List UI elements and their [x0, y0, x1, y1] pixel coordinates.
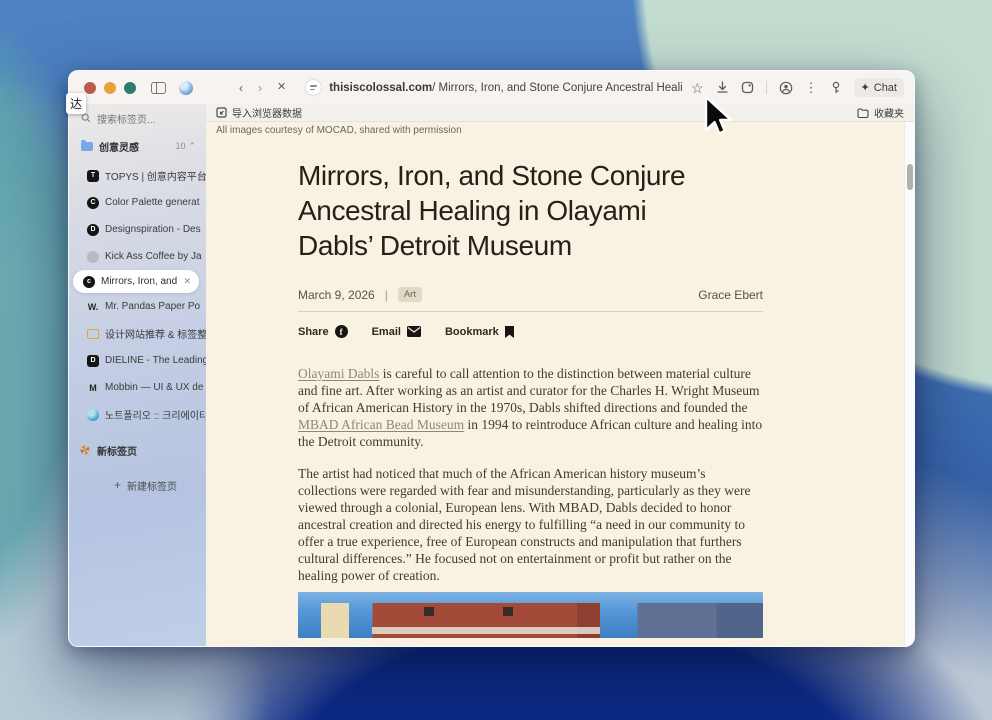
sidebar-item-mobbin[interactable]: M Mobbin — UI & UX de — [69, 374, 206, 401]
import-data-label: 导入浏览器数据 — [232, 109, 302, 120]
share-icon[interactable] — [741, 81, 754, 94]
sidebar-item-color-palette[interactable]: C Color Palette generat — [69, 189, 206, 216]
scrollbar-thumb[interactable] — [907, 164, 913, 190]
browser-toolbar: ‹ › ✕ thisiscolossal.com / Mirrors, Iron… — [69, 71, 914, 104]
browser-window: ‹ › ✕ thisiscolossal.com / Mirrors, Iron… — [68, 70, 915, 647]
sidebar-toggle-icon[interactable] — [151, 81, 166, 94]
color-palette-favicon-icon: C — [87, 196, 99, 209]
sidebar-item-mr-pandas[interactable]: W. Mr. Pandas Paper Po — [69, 293, 206, 320]
sidebar-item-mirrors-active-tab[interactable]: c Mirrors, Iron, and ✕ — [73, 270, 199, 293]
ime-candidate-tooltip: 达 — [66, 93, 87, 114]
facebook-icon: f — [334, 325, 348, 338]
search-placeholder: 搜索标签页... — [97, 114, 156, 126]
forward-button[interactable]: › — [258, 82, 262, 94]
favorites-button[interactable]: 收藏夹 — [857, 105, 904, 120]
minimize-window-button[interactable] — [104, 81, 116, 94]
toolbar-divider — [765, 81, 767, 94]
colossal-favicon-icon: c — [83, 275, 95, 288]
avatar-orb-icon[interactable] — [179, 80, 193, 95]
article-title: Mirrors, Iron, and Stone Conjure Ancestr… — [298, 160, 686, 261]
traffic-lights — [69, 81, 136, 94]
share-facebook-button[interactable]: Share f — [298, 325, 348, 338]
plus-icon: + — [114, 478, 122, 492]
favorites-label: 收藏夹 — [874, 109, 904, 120]
address-bar[interactable]: thisiscolossal.com / Mirrors, Iron, and … — [306, 80, 683, 95]
link-olayami-dabls[interactable]: Olayami Dabls — [298, 366, 379, 381]
coffee-favicon-icon — [87, 250, 99, 263]
desktop: ‹ › ✕ thisiscolossal.com / Mirrors, Iron… — [0, 0, 992, 720]
notefolio-favicon-icon — [87, 408, 99, 421]
publish-date: March 9, 2026 — [298, 287, 375, 302]
sidebar-item-design-sites[interactable]: 设计网站推荐 & 标签整 — [69, 320, 206, 347]
bookmarks-bar: 导入浏览器数据 收藏夹 — [206, 104, 914, 122]
profile-icon[interactable] — [779, 81, 793, 95]
sidebar-item-notefolio[interactable]: 노트폴리오 :: 크리에이티 — [69, 401, 206, 428]
close-window-button[interactable] — [84, 81, 96, 94]
toolbar-actions: ☆ ⋮ ✦ Chat — [683, 78, 914, 97]
search-tabs-field[interactable]: 搜索标签页... — [69, 109, 206, 127]
sidebar-item-topys[interactable]: T TOPYS | 创意内容平台 — [69, 162, 206, 189]
back-button[interactable]: ‹ — [239, 82, 243, 94]
museum-exterior-photo — [298, 592, 763, 638]
import-data-button[interactable]: 导入浏览器数据 — [216, 105, 302, 120]
stop-button[interactable]: ✕ — [277, 82, 286, 94]
new-tab-group-label: 新标签页 — [97, 446, 137, 458]
image-credit-caption: All images courtesy of MOCAD, shared wit… — [216, 125, 462, 136]
paragraph-2: The artist had noticed that much of the … — [298, 466, 751, 583]
sidebar-group-new-tab[interactable]: 新标签页 — [69, 440, 206, 460]
favorites-folder-icon — [857, 107, 869, 118]
link-mbad-museum[interactable]: MBAD African Bead Museum — [298, 417, 464, 432]
paragraph-1: Olayami Dabls is careful to call attenti… — [298, 366, 763, 449]
tab-list: T TOPYS | 创意内容平台 C Color Palette generat… — [69, 162, 206, 428]
import-data-icon — [216, 107, 227, 118]
content-area: 导入浏览器数据 收藏夹 All images courtesy of MOCAD… — [206, 104, 914, 646]
bookmark-ribbon-icon — [504, 325, 514, 338]
site-favicon — [306, 80, 322, 95]
chevron-up-icon: ⌃ — [188, 140, 196, 151]
new-tab-button-label: 新建标签页 — [127, 481, 178, 493]
group-count: 10 — [175, 141, 186, 151]
author-name[interactable]: Grace Ebert — [698, 288, 763, 302]
mobbin-favicon-icon: M — [89, 382, 97, 393]
design-sites-favicon-icon — [87, 328, 99, 339]
url-path: / Mirrors, Iron, and Stone Conjure Ances… — [432, 81, 683, 94]
nav-buttons: ‹ › ✕ — [239, 82, 286, 94]
zoom-window-button[interactable] — [124, 81, 136, 94]
email-envelope-icon — [406, 326, 421, 337]
designspiration-favicon-icon: D — [87, 223, 99, 236]
sidebar-item-designspiration[interactable]: D Designspiration - Des — [69, 216, 206, 243]
scrollbar-track[interactable] — [904, 122, 914, 646]
sidebar-item-dieline[interactable]: D DIELINE - The Leading — [69, 347, 206, 374]
folder-icon — [81, 139, 93, 151]
close-tab-icon[interactable]: ✕ — [183, 276, 199, 287]
article: Mirrors, Iron, and Stone Conjure Ancestr… — [298, 158, 763, 638]
article-meta: March 9, 2026 | Art Grace Ebert — [298, 287, 763, 302]
meta-divider — [298, 311, 763, 312]
share-row: Share f Email Bookmark — [298, 325, 763, 338]
chat-button-label: Chat — [873, 81, 897, 94]
new-tab-button[interactable]: + 新建标签页 — [69, 476, 206, 494]
bookmark-article-button[interactable]: Bookmark — [445, 325, 514, 338]
cursor-pointer — [704, 96, 733, 135]
url-host: thisiscolossal.com — [329, 81, 433, 94]
key-icon[interactable] — [830, 81, 842, 94]
search-icon — [81, 113, 91, 123]
category-badge[interactable]: Art — [397, 287, 422, 302]
bookmark-star-icon[interactable]: ☆ — [691, 81, 704, 95]
dieline-favicon-icon: D — [87, 354, 99, 367]
chat-sparkle-icon: ✦ — [860, 82, 870, 94]
group-label: 创意灵感 — [99, 142, 139, 154]
chat-button[interactable]: ✦ Chat — [853, 78, 904, 97]
menu-kebab-icon[interactable]: ⋮ — [805, 81, 818, 94]
webpage: All images courtesy of MOCAD, shared wit… — [206, 122, 914, 646]
pinwheel-icon — [80, 445, 90, 455]
sidebar-item-kick-ass-coffee[interactable]: Kick Ass Coffee by Ja — [69, 243, 206, 270]
pandas-favicon-icon: W. — [87, 301, 99, 312]
sidebar-group-creative[interactable]: 创意灵感 10 ⌃ — [69, 136, 206, 156]
topys-favicon-icon: T — [87, 169, 99, 182]
download-icon[interactable] — [716, 81, 729, 94]
sidebar: 搜索标签页... 创意灵感 10 ⌃ T TOPYS | 创意内容平台 C Co… — [69, 104, 206, 646]
share-email-button[interactable]: Email — [372, 326, 421, 338]
